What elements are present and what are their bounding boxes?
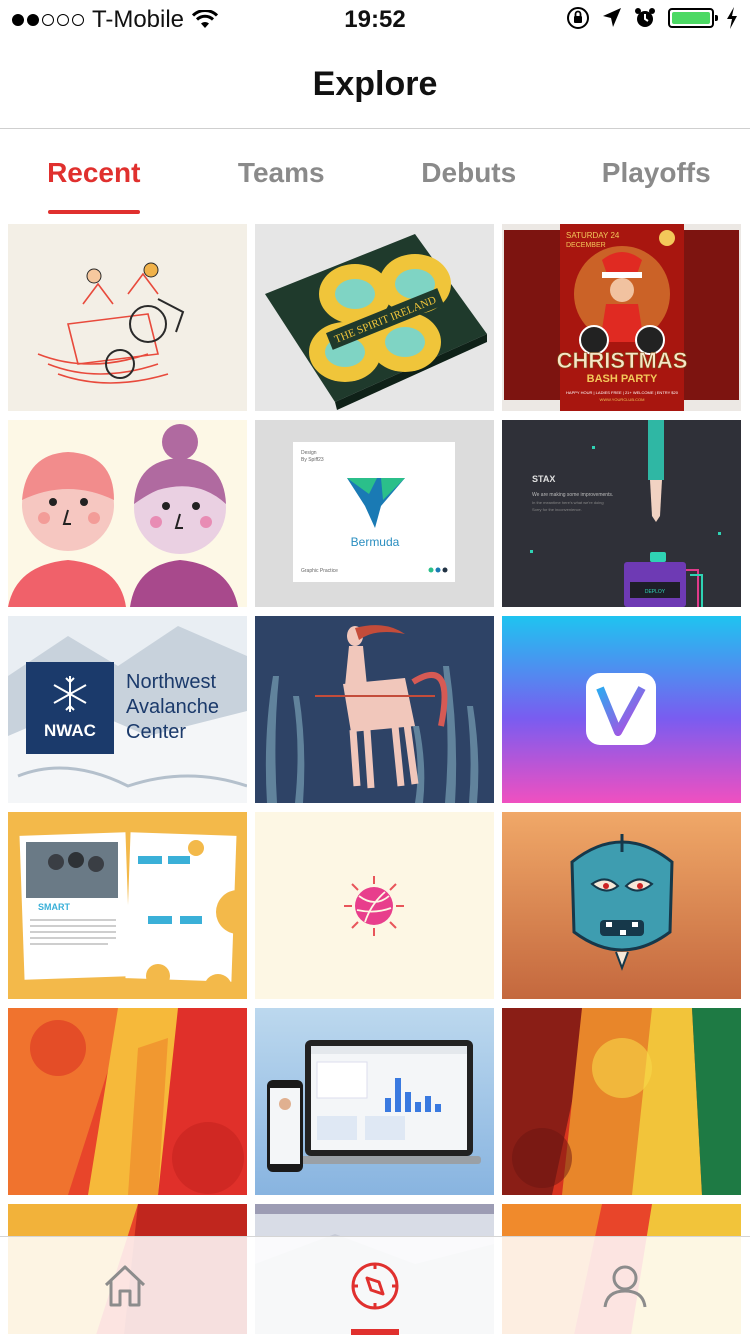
bermuda-by: By Spiff23 [301, 457, 324, 463]
tab-recent[interactable]: Recent [0, 129, 188, 217]
shot-image [8, 420, 247, 607]
shot-image [255, 616, 494, 803]
compass-icon [348, 1259, 402, 1313]
christmas-date: SATURDAY 24 [566, 231, 620, 240]
christmas-month: DECEMBER [566, 242, 606, 249]
christmas-subtitle: BASH PARTY [587, 373, 658, 385]
nav-bar: Explore [0, 40, 750, 129]
nwac-line1: Northwest [126, 671, 216, 693]
profile-icon [600, 1261, 650, 1311]
nwac-line2: Avalanche [126, 696, 219, 718]
shot-thumbnail[interactable] [255, 616, 494, 803]
shot-thumbnail[interactable] [8, 420, 247, 607]
battery-icon [668, 8, 714, 28]
bottom-tab-bar [0, 1236, 750, 1335]
stax-deploy: DEPLOY [645, 589, 666, 595]
page-title: Explore [0, 40, 750, 128]
status-bar: T-Mobile 19:52 [0, 0, 750, 40]
shot-image [502, 1008, 741, 1195]
shot-thumbnail[interactable]: THE SPIRIT IRELAND [255, 224, 494, 411]
tab-debuts[interactable]: Debuts [375, 129, 563, 217]
shot-image [8, 1008, 247, 1195]
charging-icon [726, 7, 738, 29]
bermuda-name: Bermuda [351, 535, 400, 549]
shots-grid: THE SPIRIT IRELAND SATURDAY 24 DECEMBER … [8, 224, 742, 1334]
shot-thumbnail[interactable] [8, 1008, 247, 1195]
shot-thumbnail[interactable]: SATURDAY 24 DECEMBER CHRISTMAS BASH PART… [502, 224, 741, 411]
shot-thumbnail[interactable]: Design By Spiff23 Bermuda Graphic Practi… [255, 420, 494, 607]
location-icon [602, 7, 622, 29]
christmas-title: CHRISTMAS [557, 348, 688, 373]
bermuda-top: Design [301, 450, 317, 456]
nwac-badge: NWAC [44, 721, 96, 740]
shot-image: SATURDAY 24 DECEMBER CHRISTMAS BASH PART… [502, 224, 741, 411]
shot-thumbnail[interactable] [502, 616, 741, 803]
category-tabs: Recent Teams Debuts Playoffs [0, 129, 750, 217]
christmas-site: WWW.YOURCLUB.COM [600, 397, 645, 402]
stax-line3: Sorry for the inconvenience. [532, 507, 582, 512]
nav-profile[interactable] [500, 1237, 750, 1335]
nav-home[interactable] [0, 1237, 250, 1335]
status-right [566, 6, 738, 30]
nwac-line3: Center [126, 721, 186, 743]
tab-teams[interactable]: Teams [188, 129, 376, 217]
shot-image [255, 812, 494, 999]
shot-thumbnail[interactable] [502, 812, 741, 999]
stax-brand: STAX [532, 474, 555, 484]
shot-image [8, 224, 247, 411]
orientation-lock-icon [566, 6, 590, 30]
shot-image: THE SPIRIT IRELAND [255, 224, 494, 411]
smart-word: SMART [38, 902, 70, 912]
shot-thumbnail[interactable]: SMART [8, 812, 247, 999]
shot-thumbnail[interactable]: NWAC Northwest Avalanche Center [8, 616, 247, 803]
shot-image: Design By Spiff23 Bermuda Graphic Practi… [255, 420, 494, 607]
alarm-icon [634, 7, 656, 29]
shot-thumbnail[interactable] [255, 812, 494, 999]
shot-thumbnail[interactable] [8, 224, 247, 411]
shot-image: SMART [8, 812, 247, 999]
shot-thumbnail[interactable]: STAX We are making some improvements. In… [502, 420, 741, 607]
christmas-footer: HAPPY HOUR | LADIES FREE | 21+ WELCOME |… [566, 390, 679, 395]
shot-image [502, 812, 741, 999]
shot-image: NWAC Northwest Avalanche Center [8, 616, 247, 803]
shot-image [255, 1008, 494, 1195]
shot-thumbnail[interactable] [255, 1008, 494, 1195]
shot-image: STAX We are making some improvements. In… [502, 420, 741, 607]
home-icon [100, 1261, 150, 1311]
shot-image [502, 616, 741, 803]
tab-playoffs[interactable]: Playoffs [563, 129, 750, 217]
bermuda-foot: Graphic Practice [301, 568, 338, 574]
stax-line1: We are making some improvements. [532, 492, 613, 498]
stax-line2: In the meantime here's what we're doing [532, 500, 604, 505]
nav-explore[interactable] [250, 1237, 500, 1335]
shot-thumbnail[interactable] [502, 1008, 741, 1195]
